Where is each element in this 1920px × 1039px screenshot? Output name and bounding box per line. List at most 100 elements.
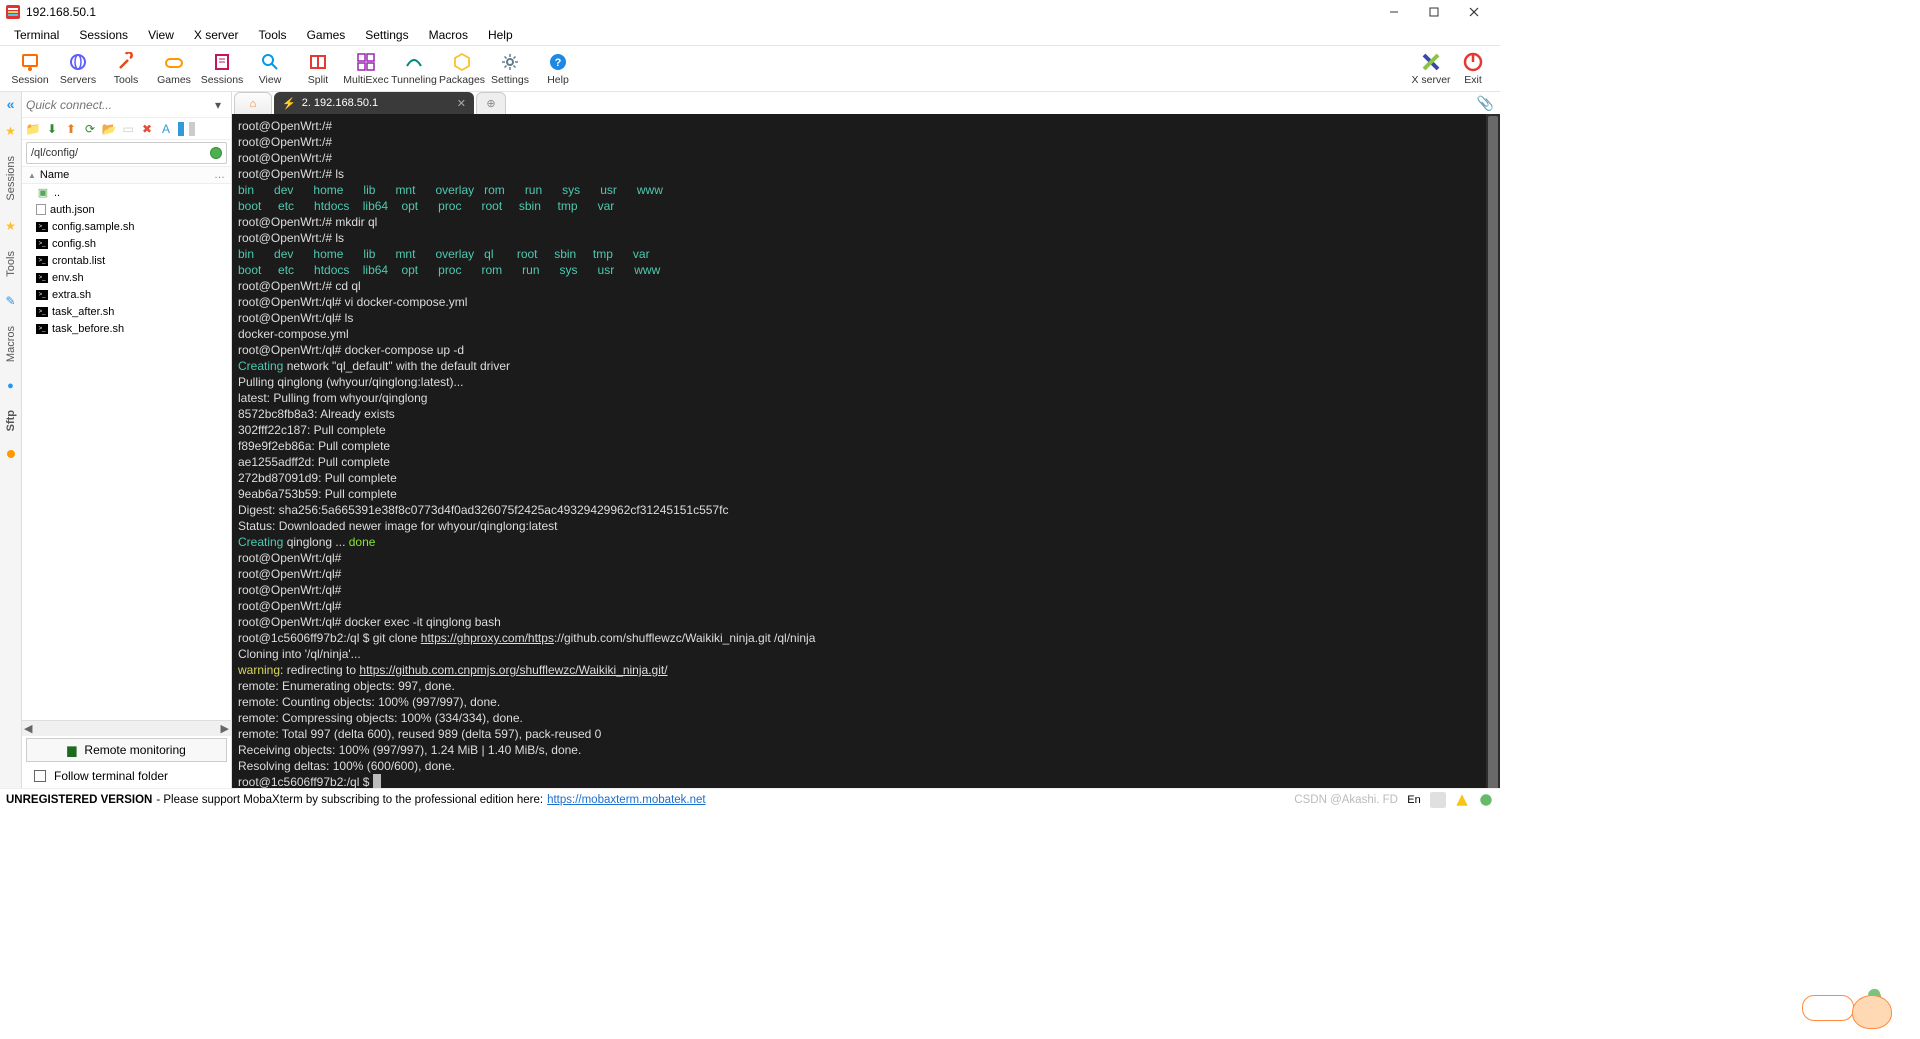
shell-icon: >_ <box>36 239 48 249</box>
menu-sessions[interactable]: Sessions <box>69 26 138 44</box>
toolbar-xserver[interactable]: X server <box>1410 52 1452 86</box>
toolbar-label: Sessions <box>201 74 244 86</box>
menu-view[interactable]: View <box>138 26 184 44</box>
toolbar-games[interactable]: Games <box>150 52 198 86</box>
sessions-icon <box>212 52 232 72</box>
list-item[interactable]: >_config.sample.sh <box>22 218 231 235</box>
titlebar: 192.168.50.1 <box>0 0 1500 24</box>
side-tab-macros[interactable]: Macros <box>3 320 19 368</box>
col-more: … <box>214 169 225 181</box>
terminal-scrollbar[interactable] <box>1486 114 1500 788</box>
toolbar-label: MultiExec <box>343 74 389 86</box>
menu-help[interactable]: Help <box>478 26 523 44</box>
header-chevron: ▲ <box>28 171 36 180</box>
toolbar-servers[interactable]: Servers <box>54 52 102 86</box>
maximize-button[interactable] <box>1414 0 1454 24</box>
shell-icon: >_ <box>36 324 48 334</box>
follow-checkbox[interactable] <box>34 770 46 782</box>
sftp-panel: ▾ 📁 ⬇ ⬆ ⟳ 📂 ▭ ✖ A /ql/config/ ▲ Name … ▣.… <box>22 92 232 788</box>
multiexec-icon <box>356 52 376 72</box>
toolbar-help[interactable]: ?Help <box>534 52 582 86</box>
toolbar-label: View <box>259 74 282 86</box>
toolbar-packages[interactable]: Packages <box>438 52 486 86</box>
shell-icon: >_ <box>36 222 48 232</box>
menu-tools[interactable]: Tools <box>249 26 297 44</box>
list-item[interactable]: >_ extra.sh <box>22 286 231 303</box>
watermark: CSDN @Akashi. FD <box>1294 794 1398 806</box>
menu-games[interactable]: Games <box>297 26 356 44</box>
session-icon <box>20 52 40 72</box>
toolbar-sessions[interactable]: Sessions <box>198 52 246 86</box>
sftp-path-row: /ql/config/ <box>26 142 227 164</box>
toolbar-multiexec[interactable]: MultiExec <box>342 52 390 86</box>
toolbar-split[interactable]: Split <box>294 52 342 86</box>
chevron-down-icon[interactable]: ▾ <box>209 98 227 112</box>
side-tab-sftp[interactable]: Sftp <box>3 404 19 437</box>
star-icon: ★ <box>5 124 16 138</box>
upload-icon[interactable]: ⬆ <box>64 122 78 136</box>
games-icon <box>164 52 184 72</box>
toolbar-label: Packages <box>439 74 485 86</box>
toolbar-tools[interactable]: Tools <box>102 52 150 86</box>
close-button[interactable] <box>1454 0 1494 24</box>
h-scrollbar[interactable]: ◀▶ <box>22 720 231 736</box>
remote-monitoring-button[interactable]: ▆ Remote monitoring <box>26 738 227 762</box>
menu-settings[interactable]: Settings <box>355 26 418 44</box>
toolbar-label: Session <box>11 74 48 86</box>
side-tab-tools[interactable]: Tools <box>3 245 19 283</box>
toggle-icon[interactable] <box>189 122 195 136</box>
shell-icon: >_ <box>36 273 48 283</box>
minimize-button[interactable] <box>1374 0 1414 24</box>
list-item[interactable]: auth.json <box>22 201 231 218</box>
toggle-icon[interactable] <box>178 122 184 136</box>
folder-up-icon[interactable]: 📁 <box>26 122 40 136</box>
power-icon <box>1463 52 1483 72</box>
col-name: Name <box>40 169 69 181</box>
lang-indicator[interactable]: En <box>1406 792 1422 808</box>
list-item[interactable]: ▣.. <box>22 184 231 201</box>
shell-icon: >_ <box>36 307 48 317</box>
svg-text:?: ? <box>555 57 562 69</box>
new-file-icon[interactable]: ▭ <box>121 122 135 136</box>
shell-icon: >_ <box>36 290 48 300</box>
toolbar-exit[interactable]: Exit <box>1452 52 1494 86</box>
close-icon[interactable]: ✕ <box>457 97 466 110</box>
tab-session[interactable]: ⚡ 2. 192.168.50.1 ✕ <box>274 92 474 114</box>
toolbar-label: Games <box>157 74 191 86</box>
home-icon: ⌂ <box>250 98 257 110</box>
tray-icon <box>1454 792 1470 808</box>
toolbar-session[interactable]: Session <box>6 52 54 86</box>
file-name: extra.sh <box>52 289 91 301</box>
rename-icon[interactable]: A <box>159 122 173 136</box>
download-icon[interactable]: ⬇ <box>45 122 59 136</box>
refresh-icon[interactable]: ⟳ <box>83 122 97 136</box>
new-folder-icon[interactable]: 📂 <box>102 122 116 136</box>
list-item[interactable]: >_task_after.sh <box>22 303 231 320</box>
sftp-path[interactable]: /ql/config/ <box>27 147 210 159</box>
file-list-header[interactable]: ▲ Name … <box>22 166 231 184</box>
list-item[interactable]: >_env.sh <box>22 269 231 286</box>
purchase-link[interactable]: https://mobaxterm.mobatek.net <box>547 794 706 806</box>
menu-x-server[interactable]: X server <box>184 26 249 44</box>
toolbar-settings[interactable]: Settings <box>486 52 534 86</box>
toolbar-tunneling[interactable]: Tunneling <box>390 52 438 86</box>
list-item[interactable]: >_config.sh <box>22 235 231 252</box>
side-tabs: « ★ Sessions ★ Tools ✎ Macros ● Sftp <box>0 92 22 788</box>
x-icon <box>1421 52 1441 72</box>
list-item[interactable]: >_crontab.list <box>22 252 231 269</box>
toolbar-view[interactable]: View <box>246 52 294 86</box>
toolbar-label: Split <box>308 74 328 86</box>
menu-macros[interactable]: Macros <box>419 26 478 44</box>
quick-connect-input[interactable] <box>26 94 209 116</box>
chevron-left-icon[interactable]: « <box>7 96 15 112</box>
toolbar-label: Tools <box>114 74 139 86</box>
delete-icon[interactable]: ✖ <box>140 122 154 136</box>
side-tab-sessions[interactable]: Sessions <box>3 150 19 207</box>
tab-new[interactable]: ⊕ <box>476 92 506 114</box>
list-item[interactable]: >_task_before.sh <box>22 320 231 337</box>
paperclip-icon[interactable]: 📎 <box>1477 95 1494 112</box>
tab-home[interactable]: ⌂ <box>234 92 272 114</box>
menu-terminal[interactable]: Terminal <box>4 26 69 44</box>
terminal[interactable]: root@OpenWrt:/# root@OpenWrt:/# root@Ope… <box>232 114 1486 788</box>
toolbar-label: Exit <box>1464 74 1482 86</box>
